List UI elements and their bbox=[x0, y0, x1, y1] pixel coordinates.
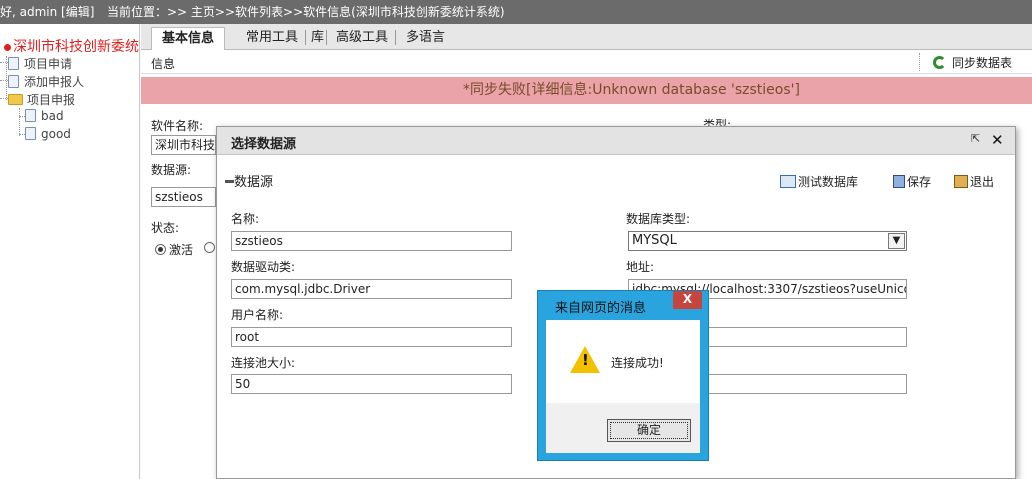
dialog-titlebar[interactable]: 选择数据源 ⇱ ✕ bbox=[217, 127, 1015, 155]
document-icon bbox=[25, 127, 36, 140]
message-box-footer: 确定 bbox=[546, 403, 700, 453]
pool-size-label: 连接池大小: bbox=[231, 356, 296, 370]
document-icon bbox=[8, 75, 19, 88]
username-field[interactable]: root bbox=[231, 327, 512, 347]
radio-icon bbox=[204, 242, 215, 253]
exit-icon bbox=[954, 175, 968, 188]
folder-icon bbox=[8, 94, 23, 105]
save-button[interactable]: 保存 bbox=[893, 173, 931, 190]
tree-root[interactable]: 深圳市科技创新委统计 bbox=[4, 36, 140, 56]
pool-size-field[interactable]: 50 bbox=[231, 374, 512, 394]
popout-icon[interactable]: ⇱ bbox=[971, 133, 983, 145]
username-label: 用户名称: bbox=[231, 308, 284, 322]
status-active-label: 激活 bbox=[169, 243, 194, 257]
tree-item-label: 添加申报人 bbox=[24, 75, 85, 89]
tree-item-project-declare[interactable]: 项目申报 bbox=[8, 91, 75, 108]
sync-tables-label: 同步数据表 bbox=[952, 56, 1013, 70]
datasource-icon bbox=[225, 180, 234, 183]
tab-common-tools[interactable]: 常用工具 bbox=[236, 27, 308, 50]
driver-field[interactable]: com.mysql.jdbc.Driver bbox=[231, 279, 512, 299]
status-label: 状态: bbox=[151, 221, 180, 235]
exit-label: 退出 bbox=[970, 175, 995, 189]
db-type-select[interactable]: MYSQL ▼ bbox=[628, 231, 907, 251]
toolbar-separator bbox=[919, 53, 920, 71]
document-icon bbox=[8, 57, 19, 70]
tree-item-label: 项目申报 bbox=[27, 93, 76, 107]
tab-advanced-tools[interactable]: 高级工具 bbox=[326, 27, 398, 50]
tree-connector bbox=[0, 80, 8, 81]
greeting-text: 好, admin [编辑] bbox=[0, 5, 95, 19]
close-icon[interactable]: ✕ bbox=[991, 131, 1004, 149]
db-type-label: 数据库类型: bbox=[626, 212, 691, 226]
tree-connector bbox=[0, 62, 8, 63]
save-icon bbox=[893, 175, 905, 188]
sync-tables-button[interactable]: 同步数据表 bbox=[933, 54, 1012, 71]
tree-item-project-apply[interactable]: 项目申请 bbox=[8, 55, 72, 72]
info-label: 信息 bbox=[151, 57, 176, 71]
warning-icon-mark: ! bbox=[582, 351, 589, 369]
ok-button[interactable]: 确定 bbox=[607, 419, 691, 442]
refresh-icon bbox=[933, 56, 946, 69]
address-label: 地址: bbox=[626, 260, 655, 274]
top-bar: 好, admin [编辑] 当前位置：>> 主页>>软件列表>>软件信息(深圳市… bbox=[0, 0, 1032, 24]
type-label: 类型: bbox=[703, 118, 732, 126]
save-label: 保存 bbox=[907, 175, 932, 189]
tab-basic-info[interactable]: 基本信息 bbox=[151, 27, 226, 50]
tree-item-good[interactable]: good bbox=[25, 127, 71, 141]
tree-item-label: bad bbox=[41, 109, 64, 123]
dialog-title: 选择数据源 bbox=[231, 137, 297, 152]
datasource-label: 数据源: bbox=[151, 163, 192, 177]
test-database-button[interactable]: 测试数据库 bbox=[780, 173, 858, 190]
message-box-title: 来自网页的消息 bbox=[555, 301, 647, 316]
status-radio-active[interactable]: 激活 bbox=[155, 241, 193, 258]
sidebar-tree: 深圳市科技创新委统计 项目申请 添加申报人 项目申报 bad good bbox=[0, 24, 140, 479]
message-box-body: ! 连接成功! bbox=[546, 320, 700, 403]
driver-label: 数据驱动类: bbox=[231, 260, 296, 274]
tab-bar: 基本信息 常用工具 库 高级工具 多语言 bbox=[141, 24, 1032, 50]
message-box-close-button[interactable]: X bbox=[673, 291, 702, 309]
software-name-label: 软件名称: bbox=[151, 119, 204, 133]
datasource-field[interactable]: szstieos bbox=[151, 187, 216, 207]
message-box: 来自网页的消息 X ! 连接成功! 确定 bbox=[537, 290, 709, 461]
tree-root-label: 深圳市科技创新委统计 bbox=[13, 39, 140, 55]
exit-button[interactable]: 退出 bbox=[954, 173, 994, 190]
sync-error-alert: *同步失败[详细信息:Unknown database 'szstieos'] bbox=[141, 77, 1032, 104]
db-type-value: MYSQL bbox=[632, 233, 677, 248]
test-database-label: 测试数据库 bbox=[798, 175, 859, 189]
document-icon bbox=[25, 109, 36, 122]
monitor-icon bbox=[780, 175, 796, 188]
tab-multi-language[interactable]: 多语言 bbox=[396, 27, 455, 50]
tree-item-label: good bbox=[41, 127, 71, 141]
software-name-field[interactable]: 深圳市科技 bbox=[151, 135, 216, 155]
name-field[interactable]: szstieos bbox=[231, 231, 512, 251]
breadcrumb: 当前位置：>> 主页>>软件列表>>软件信息(深圳市科技创新委统计系统) bbox=[107, 5, 505, 19]
name-label: 名称: bbox=[231, 212, 260, 226]
tree-item-add-applicant[interactable]: 添加申报人 bbox=[8, 73, 84, 90]
datasource-section-title: 数据源 bbox=[225, 171, 273, 190]
radio-icon bbox=[155, 244, 166, 255]
tree-item-label: 项目申请 bbox=[24, 57, 73, 71]
message-text: 连接成功! bbox=[611, 356, 664, 370]
chevron-down-icon: ▼ bbox=[888, 233, 905, 249]
tree-connector bbox=[19, 108, 20, 136]
datasource-section-label: 数据源 bbox=[234, 175, 274, 190]
tree-item-bad[interactable]: bad bbox=[25, 109, 64, 123]
info-bar: 信息 同步数据表 bbox=[141, 50, 1032, 74]
tree-connector bbox=[0, 98, 8, 99]
tree-root-icon bbox=[4, 43, 11, 51]
